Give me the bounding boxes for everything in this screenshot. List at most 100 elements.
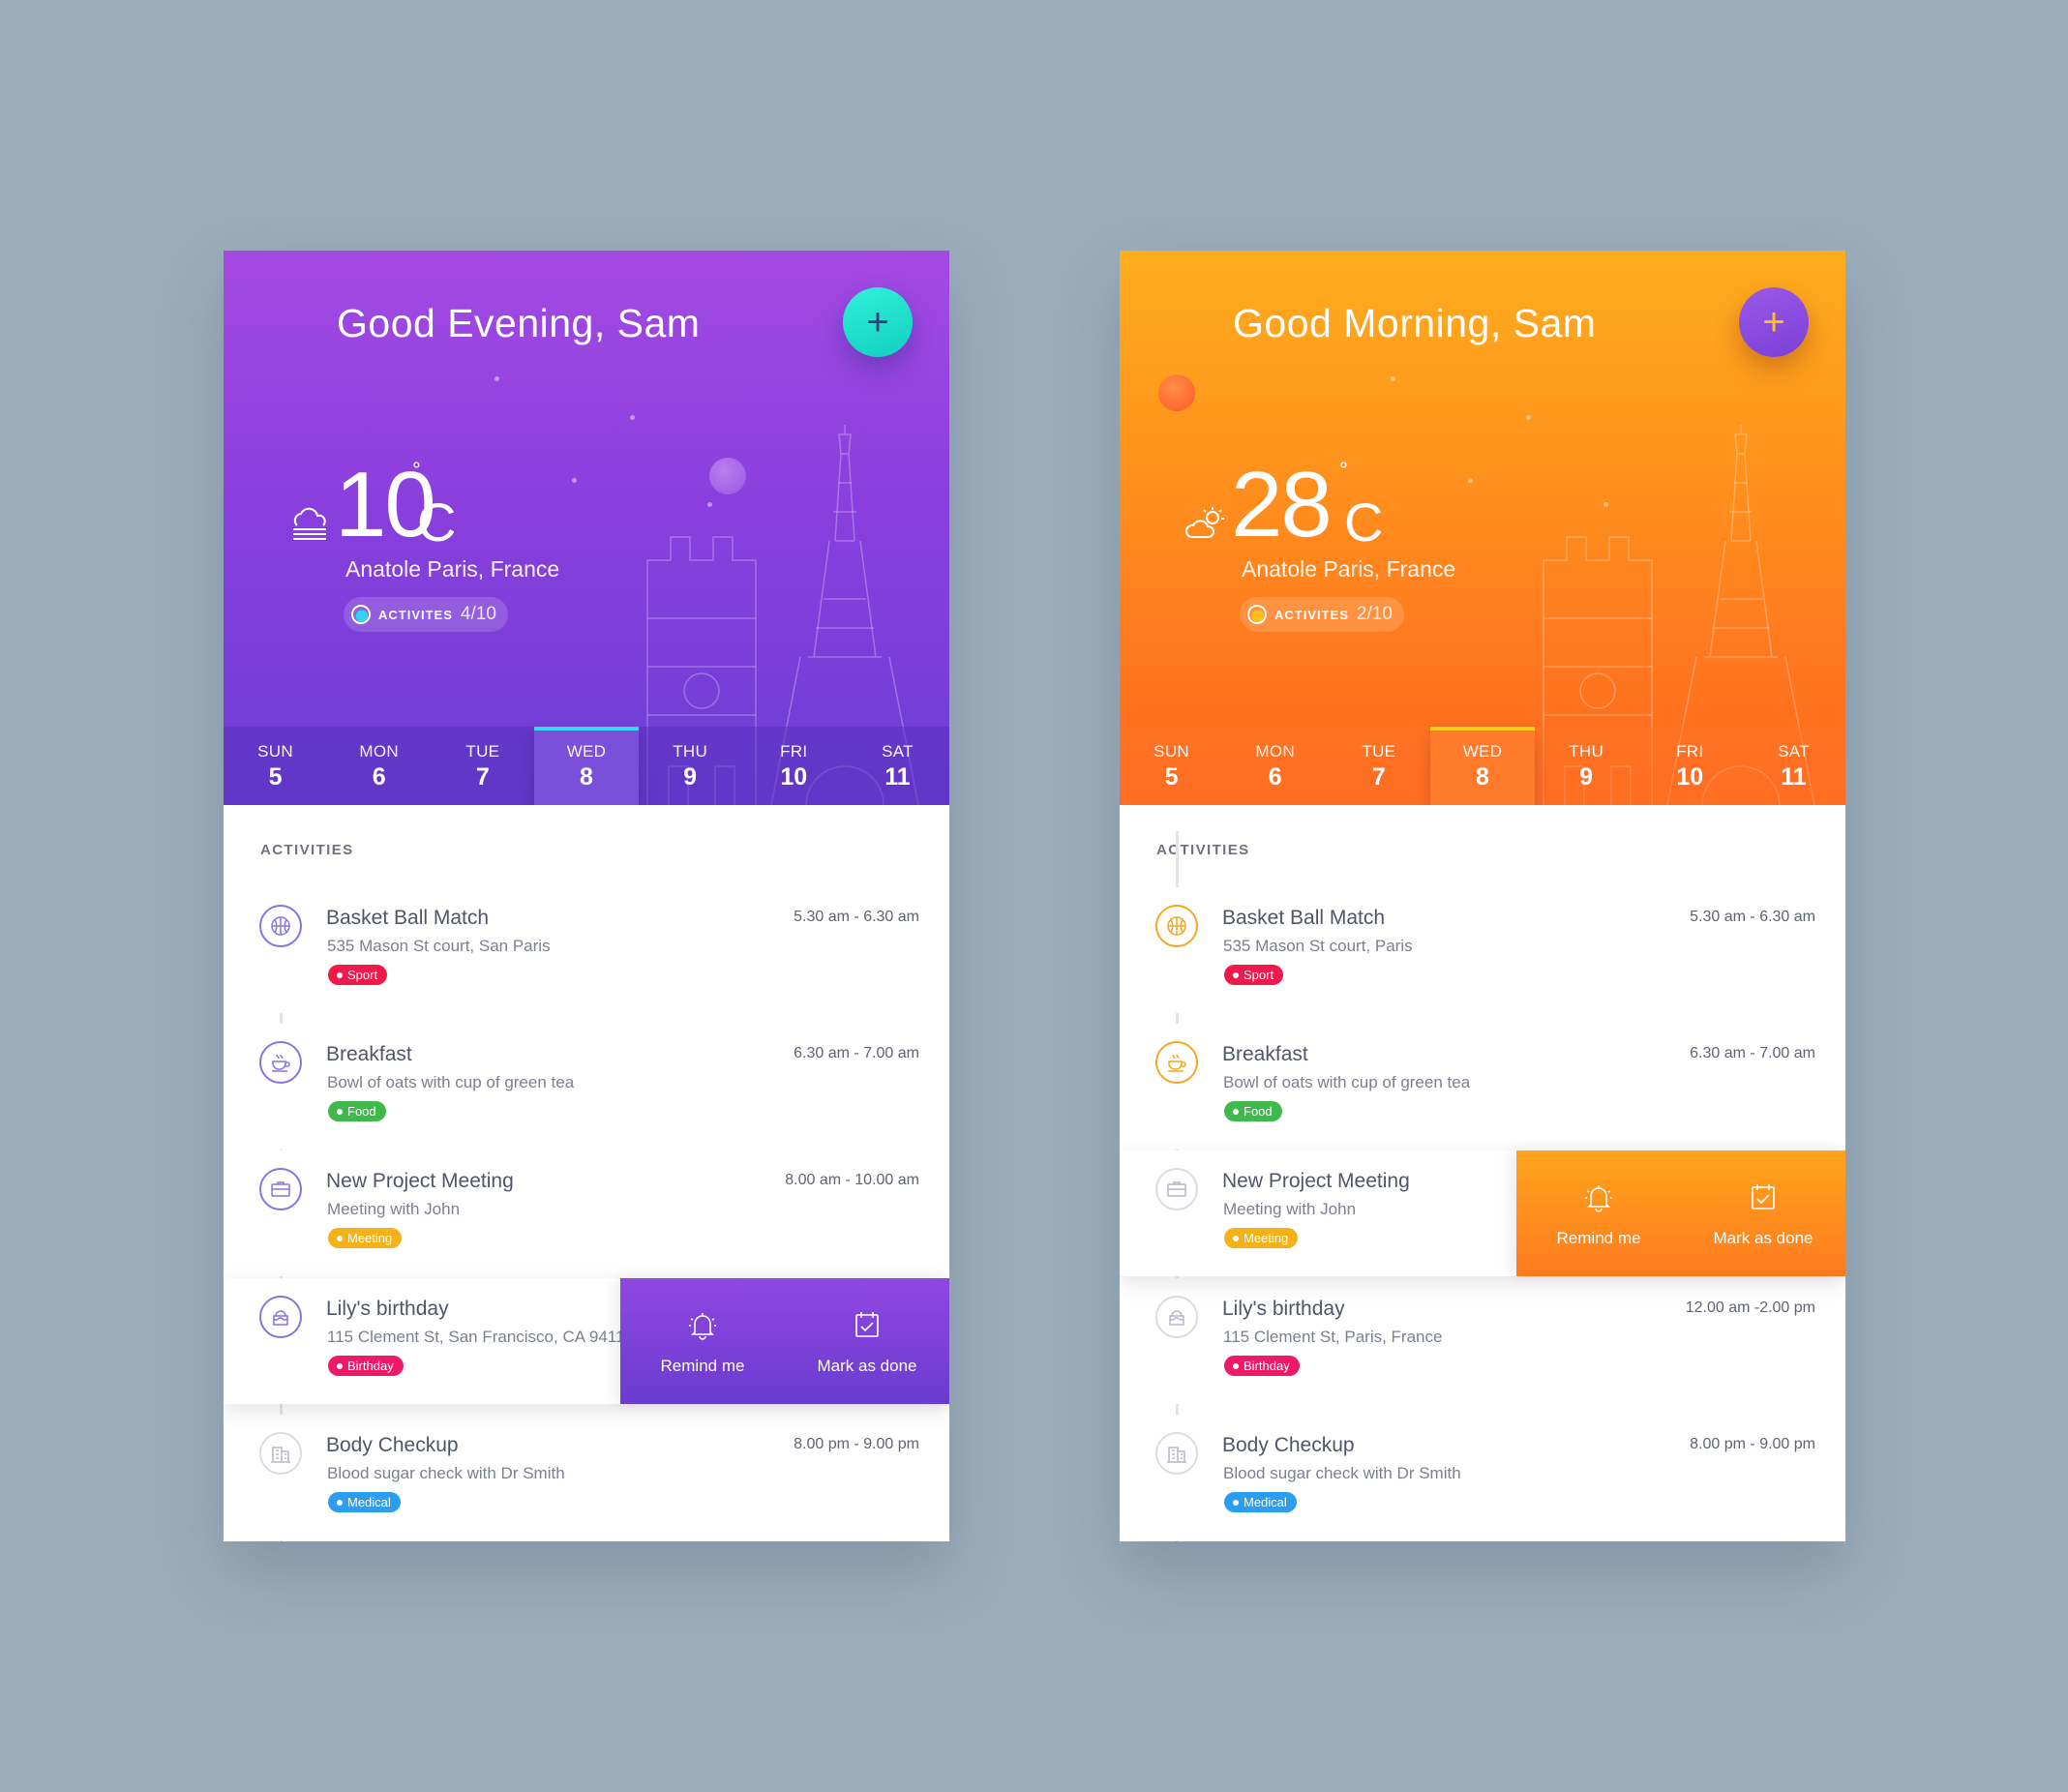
day-tab-wed[interactable]: WED 8 [534,727,639,805]
star-decoration [1603,502,1608,507]
activity-time: 5.30 am - 6.30 am [794,909,919,925]
activity-time: 5.30 am - 6.30 am [1690,909,1815,925]
day-tab-fri[interactable]: FRI 10 [742,727,846,805]
activity-title: Basket Ball Match [326,907,490,929]
hero-header: Good Evening, Sam +10 ° C Anatole Paris, Fra… [224,251,949,805]
activity-item[interactable]: Breakfast Bowl of oats with cup of green … [224,1024,949,1150]
activity-item[interactable]: Lily's birthday 115 Clement St, Paris, Fr… [1120,1278,1845,1404]
mark-as-done-button[interactable]: Mark as done [1681,1150,1845,1276]
activity-item[interactable]: Lily's birthday 115 Clement St, San Franc… [224,1278,949,1404]
day-number: 6 [1268,763,1282,791]
activity-item[interactable]: Body Checkup Blood sugar check with Dr Sm… [224,1415,949,1540]
day-tab-sat[interactable]: SAT 11 [1742,727,1845,805]
category-tag-sport: Sport [1224,965,1284,985]
fog-cloud-icon [287,504,334,543]
temperature-degree: ° [1339,458,1348,482]
remind-me-label: Remind me [1556,1228,1641,1247]
day-tab-tue[interactable]: TUE 7 [1327,727,1430,805]
mark-as-done-button[interactable]: Mark as done [785,1278,949,1404]
day-tab-mon[interactable]: MON 6 [327,727,431,805]
activity-title: Lily's birthday [326,1298,449,1320]
activity-subtitle: Blood sugar check with Dr Smith [1223,1464,1461,1482]
day-number: 9 [1579,763,1594,791]
sun-cloud-icon [1184,504,1230,543]
activity-subtitle: Meeting with John [327,1200,461,1218]
activity-item[interactable]: Basket Ball Match 535 Mason St court, San… [224,887,949,1013]
star-decoration [1526,415,1531,420]
day-number: 6 [372,763,386,791]
plus-icon: + [866,301,889,343]
day-tab-thu[interactable]: THU 9 [639,727,742,805]
add-activity-button[interactable]: + [1739,287,1809,357]
day-tab-mon[interactable]: MON 6 [1223,727,1327,805]
day-tab-sun[interactable]: SUN 5 [1120,727,1223,805]
calendar-check-icon [850,1307,884,1347]
activity-item[interactable]: Basket Ball Match 535 Mason St court, Par… [1120,887,1845,1013]
activity-item[interactable]: New Project Meeting Meeting with John 8.00… [224,1150,949,1276]
day-number: 5 [268,763,283,791]
activity-title: Lily's birthday [1222,1298,1345,1320]
day-name: WED [566,742,607,761]
greeting-title: Good Evening, Sam [337,301,701,345]
calendar-check-icon [1746,1180,1781,1219]
day-tab-thu[interactable]: THU 9 [1535,727,1638,805]
remind-me-button[interactable]: Remind me [620,1278,785,1404]
activity-subtitle: Bowl of oats with cup of green tea [1223,1073,1471,1091]
star-decoration [1468,478,1473,483]
day-name: SAT [882,742,914,761]
moon-decoration [709,458,746,494]
activities-pill-count: 2/10 [1356,604,1393,624]
temperature-value: 28 [1231,453,1333,556]
activity-title: Body Checkup [1222,1434,1355,1456]
briefcase-icon [1155,1168,1198,1210]
day-name: FRI [780,742,808,761]
sun-decoration [1158,374,1195,411]
activities-pill-label: ACTIVITES [1274,607,1349,622]
plus-icon: + [1762,301,1785,343]
star-decoration [630,415,635,420]
activities-section-title: ACTIVITIES [260,842,354,858]
day-name: SUN [257,742,293,761]
hospital-icon [1155,1432,1198,1475]
hero-header: Good Morning, Sam +28 ° C Anatole Paris, Fra… [1120,251,1845,805]
temperature-unit: C [417,492,457,553]
category-tag-medical: Medical [1224,1492,1297,1512]
day-name: TUE [465,742,500,761]
day-tab-fri[interactable]: FRI 10 [1638,727,1742,805]
activity-subtitle: 535 Mason St court, Paris [1223,937,1413,955]
remind-me-label: Remind me [660,1356,745,1375]
day-tab-tue[interactable]: TUE 7 [431,727,534,805]
day-number: 10 [780,763,808,791]
swipe-actions: Remind me Mark as done [1516,1150,1845,1276]
activity-subtitle: 535 Mason St court, San Paris [327,937,551,955]
day-tab-wed[interactable]: WED 8 [1430,727,1535,805]
basketball-icon [259,905,302,947]
activity-time: 6.30 am - 7.00 am [1690,1045,1815,1061]
day-tab-sat[interactable]: SAT 11 [846,727,949,805]
day-name: SUN [1154,742,1189,761]
day-name: WED [1462,742,1503,761]
category-tag-meeting: Meeting [1224,1228,1299,1248]
day-tab-sun[interactable]: SUN 5 [224,727,327,805]
day-number: 7 [475,763,490,791]
activities-progress-pill[interactable]: ACTIVITES 2/10 [1240,597,1404,632]
day-number: 9 [683,763,698,791]
star-decoration [707,502,712,507]
activity-title: Body Checkup [326,1434,459,1456]
activities-progress-pill[interactable]: ACTIVITES 4/10 [344,597,508,632]
add-activity-button[interactable]: + [843,287,913,357]
day-name: TUE [1362,742,1396,761]
bell-icon [685,1307,720,1347]
greeting-title: Good Morning, Sam [1233,301,1597,345]
day-number: 8 [1476,763,1489,791]
progress-ring-icon [351,605,371,624]
activity-item[interactable]: New Project Meeting Meeting with John Meet… [1120,1150,1845,1276]
screen-evening: Good Evening, Sam +10 ° C Anatole Paris, Fra… [224,251,949,1541]
remind-me-button[interactable]: Remind me [1516,1150,1681,1276]
activity-item[interactable]: Body Checkup Blood sugar check with Dr Sm… [1120,1415,1845,1540]
day-number: 8 [580,763,593,791]
mark-as-done-label: Mark as done [817,1356,917,1375]
week-day-selector: SUN 5 MON 6 TUE 7 WED 8 THU 9 FRI 10 SAT 11 [224,727,949,805]
bell-icon [1581,1180,1616,1219]
activity-item[interactable]: Breakfast Bowl of oats with cup of green … [1120,1024,1845,1150]
